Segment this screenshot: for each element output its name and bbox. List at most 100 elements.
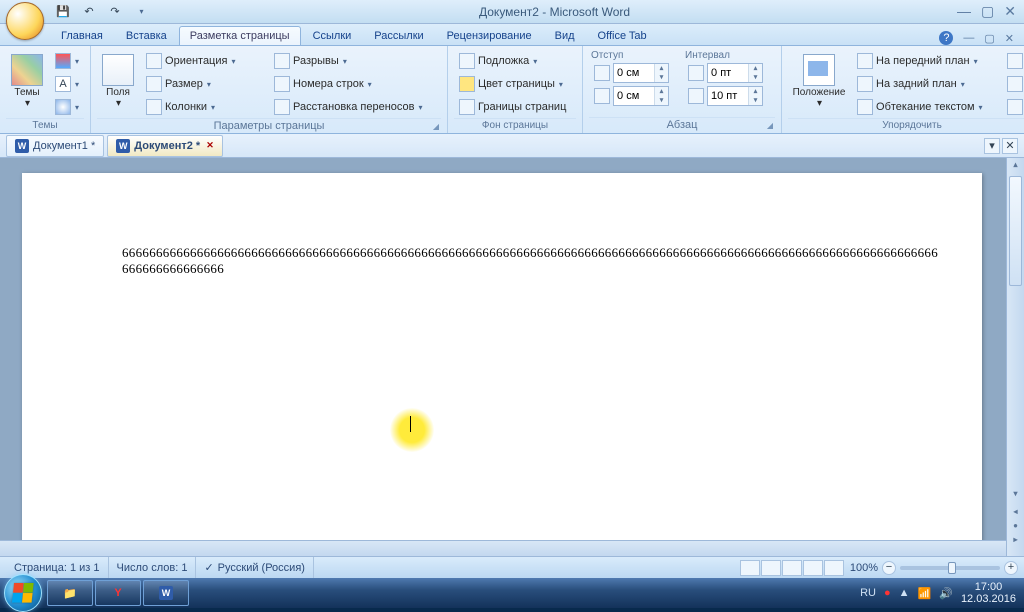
- paragraph-launcher[interactable]: ◢: [767, 121, 773, 130]
- view-web[interactable]: [782, 560, 802, 576]
- group-page-setup-title: Параметры страницы◢: [97, 118, 441, 134]
- group-icon: [1007, 76, 1023, 92]
- bring-front-button[interactable]: На передний план▾: [852, 50, 1000, 72]
- theme-effects[interactable]: ▾: [50, 96, 84, 118]
- browse-object-icon[interactable]: ●: [1007, 521, 1024, 530]
- scroll-up-icon[interactable]: ▴: [1007, 160, 1024, 169]
- text-wrap-button[interactable]: Обтекание текстом▾: [852, 96, 1000, 118]
- page-color-button[interactable]: Цвет страницы▾: [454, 73, 576, 95]
- zoom-slider[interactable]: [900, 566, 1000, 570]
- clock-date: 12.03.2016: [961, 593, 1016, 605]
- ribbon-restore[interactable]: ▢: [984, 32, 994, 45]
- zoom-out-button[interactable]: −: [882, 561, 896, 575]
- start-button[interactable]: [4, 574, 42, 612]
- view-draft[interactable]: [824, 560, 844, 576]
- margins-button[interactable]: Поля▾: [97, 50, 139, 118]
- breaks-button[interactable]: Разрывы▾: [269, 50, 441, 72]
- ribbon: Темы▾ ▾ A▾ ▾ Темы Поля▾ Ориентация▾ Разм…: [0, 46, 1024, 134]
- view-print-layout[interactable]: [740, 560, 760, 576]
- status-lang[interactable]: ✓Русский (Россия): [196, 557, 314, 578]
- ribbon-minimize[interactable]: —: [963, 32, 974, 44]
- taskbar: 📁 Y W RU ● ▲ 📶 🔊 17:00 12.03.2016: [0, 578, 1024, 608]
- spacing-after-input[interactable]: [708, 90, 748, 102]
- tray-lang[interactable]: RU: [860, 587, 876, 599]
- system-tray: RU ● ▲ 📶 🔊 17:00 12.03.2016: [860, 581, 1016, 605]
- close-button[interactable]: ✕: [1004, 3, 1016, 20]
- tray-network-icon[interactable]: 📶: [918, 587, 932, 600]
- tab-insert[interactable]: Вставка: [115, 26, 178, 45]
- group-button[interactable]: ▾: [1002, 73, 1024, 95]
- taskbar-yandex[interactable]: Y: [95, 580, 141, 606]
- ribbon-close[interactable]: ✕: [1005, 32, 1014, 45]
- view-fullscreen[interactable]: [761, 560, 781, 576]
- zoom-value[interactable]: 100%: [850, 562, 878, 574]
- spacing-after[interactable]: ▴▾: [683, 85, 775, 107]
- send-back-button[interactable]: На задний план▾: [852, 73, 1000, 95]
- doc-tab-1[interactable]: WДокумент1 *: [6, 135, 104, 157]
- document-content[interactable]: 6666666666666666666666666666666666666666…: [122, 245, 942, 277]
- taskbar-word[interactable]: W: [143, 580, 189, 606]
- group-page-background: Подложка▾ Цвет страницы▾ Границы страниц…: [448, 46, 583, 133]
- size-button[interactable]: Размер▾: [141, 73, 267, 95]
- horizontal-scrollbar[interactable]: [0, 540, 1006, 556]
- document-tabs: WДокумент1 * WДокумент2 *✕ ▾✕: [0, 134, 1024, 158]
- zoom-in-button[interactable]: +: [1004, 561, 1018, 575]
- indent-left-input[interactable]: [614, 67, 654, 79]
- themes-button[interactable]: Темы▾: [6, 50, 48, 118]
- text-wrap-icon: [857, 99, 873, 115]
- position-button[interactable]: Положение▾: [788, 50, 850, 118]
- indent-right[interactable]: ▴▾: [589, 85, 681, 107]
- view-outline[interactable]: [803, 560, 823, 576]
- tab-home[interactable]: Главная: [50, 26, 114, 45]
- scroll-down-icon[interactable]: ▾: [1007, 489, 1024, 498]
- theme-colors[interactable]: ▾: [50, 50, 84, 72]
- undo-button[interactable]: ↶: [78, 2, 100, 22]
- maximize-button[interactable]: ▢: [981, 3, 994, 20]
- save-button[interactable]: 💾: [52, 2, 74, 22]
- doc-tab-2[interactable]: WДокумент2 *✕: [107, 135, 222, 157]
- page-borders-button[interactable]: Границы страниц: [454, 96, 576, 118]
- tray-clock[interactable]: 17:00 12.03.2016: [961, 581, 1016, 605]
- watermark-button[interactable]: Подложка▾: [454, 50, 576, 72]
- zoom-thumb[interactable]: [948, 562, 956, 574]
- line-numbers-button[interactable]: Номера строк▾: [269, 73, 441, 95]
- vertical-scrollbar[interactable]: ▴ ▾ ◂ ● ▸: [1006, 158, 1024, 556]
- help-icon[interactable]: ?: [939, 31, 953, 45]
- rotate-button[interactable]: ▾: [1002, 96, 1024, 118]
- columns-button[interactable]: Колонки▾: [141, 96, 267, 118]
- tray-sound-icon[interactable]: 🔊: [939, 587, 953, 600]
- tab-office-tab[interactable]: Office Tab: [587, 26, 658, 45]
- tab-list-button[interactable]: ▾: [984, 138, 1000, 154]
- status-words[interactable]: Число слов: 1: [109, 557, 197, 578]
- align-button[interactable]: ▾: [1002, 50, 1024, 72]
- rotate-icon: [1007, 99, 1023, 115]
- tab-review[interactable]: Рецензирование: [436, 26, 543, 45]
- office-button[interactable]: [6, 2, 44, 40]
- orientation-button[interactable]: Ориентация▾: [141, 50, 267, 72]
- spacing-before-input[interactable]: [708, 67, 748, 79]
- theme-fonts[interactable]: A▾: [50, 73, 84, 95]
- indent-right-input[interactable]: [614, 90, 654, 102]
- align-icon: [1007, 53, 1023, 69]
- tab-references[interactable]: Ссылки: [302, 26, 363, 45]
- page-setup-launcher[interactable]: ◢: [433, 122, 439, 131]
- tray-icon-2[interactable]: ▲: [899, 587, 910, 599]
- indent-left[interactable]: ▴▾: [589, 62, 681, 84]
- hyphenation-button[interactable]: Расстановка переносов▾: [269, 96, 441, 118]
- tab-view[interactable]: Вид: [544, 26, 586, 45]
- tabs-close-button[interactable]: ✕: [1002, 138, 1018, 154]
- taskbar-explorer[interactable]: 📁: [47, 580, 93, 606]
- redo-button[interactable]: ↷: [104, 2, 126, 22]
- qat-customize[interactable]: ▾: [130, 2, 152, 22]
- tab-page-layout[interactable]: Разметка страницы: [179, 26, 301, 45]
- prev-page-icon[interactable]: ◂: [1007, 507, 1024, 516]
- indent-left-icon: [594, 65, 610, 81]
- tab-mailings[interactable]: Рассылки: [363, 26, 434, 45]
- close-tab-icon[interactable]: ✕: [206, 140, 214, 151]
- spacing-before[interactable]: ▴▾: [683, 62, 775, 84]
- next-page-icon[interactable]: ▸: [1007, 535, 1024, 544]
- scroll-thumb[interactable]: [1009, 176, 1022, 286]
- document-page[interactable]: 6666666666666666666666666666666666666666…: [22, 173, 982, 556]
- tray-icon[interactable]: ●: [884, 587, 891, 599]
- minimize-button[interactable]: —: [957, 3, 971, 20]
